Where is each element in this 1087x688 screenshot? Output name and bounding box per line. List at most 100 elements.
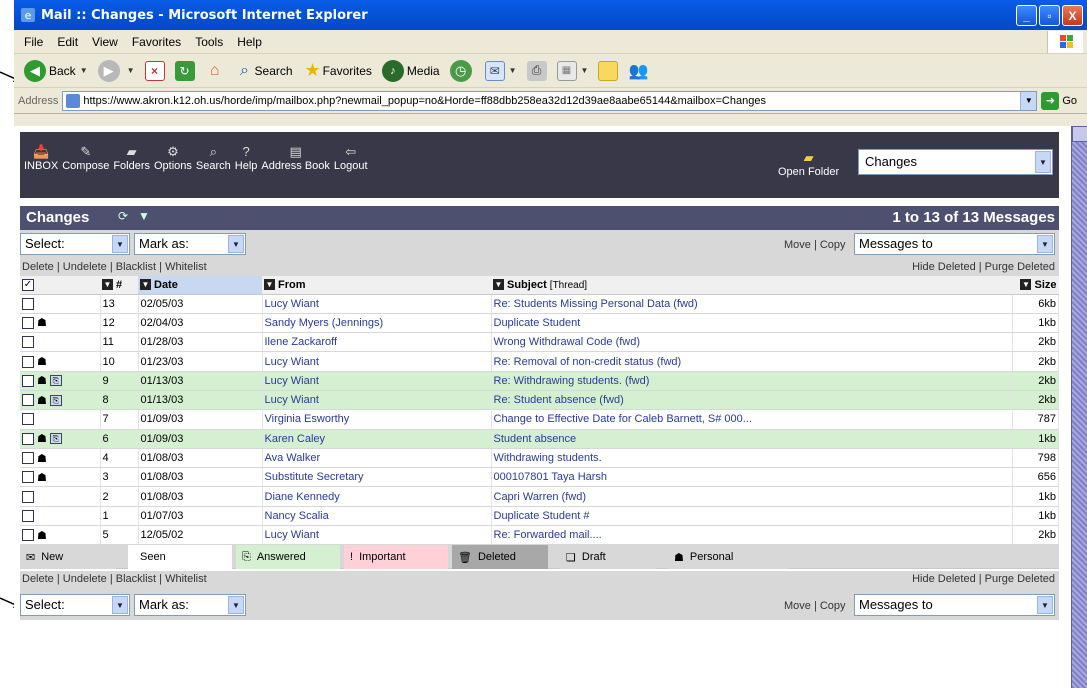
row-checkbox[interactable]: [22, 394, 34, 407]
row-checkbox[interactable]: [22, 452, 34, 465]
refresh-mailbox-icon[interactable]: ⟳: [118, 209, 128, 223]
open-folder-button[interactable]: ▰ Open Folder: [778, 150, 839, 178]
row-checkbox[interactable]: [22, 336, 34, 349]
stop-button[interactable]: ×: [144, 60, 165, 81]
message-subject[interactable]: Re: Student absence (fwd): [491, 390, 1013, 411]
message-subject[interactable]: Withdrawing students.: [491, 448, 1013, 469]
row-checkbox[interactable]: [22, 509, 34, 522]
folder-dropdown-icon[interactable]: ▼: [1035, 151, 1051, 173]
message-subject[interactable]: Duplicate Student #: [491, 506, 1013, 527]
messages-to-dropdown[interactable]: Messages to ▼: [854, 594, 1055, 617]
message-from[interactable]: Karen Caley: [262, 429, 492, 449]
mark-as-dropdown-icon[interactable]: ▼: [228, 596, 244, 615]
nav-item-address-book[interactable]: ▤ Address Book: [261, 144, 329, 172]
message-from[interactable]: Lucy Wiant: [262, 294, 492, 314]
nav-item-compose[interactable]: ✎ Compose: [62, 144, 109, 172]
message-subject[interactable]: Re: Removal of non-credit status (fwd): [491, 351, 1013, 372]
message-from[interactable]: Diane Kennedy: [262, 486, 492, 507]
table-row[interactable]: ☗ 10 01/23/03 Lucy Wiant Re: Removal of non-…: [20, 351, 1059, 372]
menu-help[interactable]: Help: [237, 35, 262, 49]
mark-as-dropdown-icon[interactable]: ▼: [228, 235, 244, 253]
close-button[interactable]: X: [1062, 5, 1083, 26]
row-checkbox[interactable]: [22, 355, 34, 368]
message-subject[interactable]: Duplicate Student: [491, 313, 1013, 334]
delete-undelete-links[interactable]: Delete | Undelete | Blacklist | Whitelis…: [22, 261, 207, 273]
sort-icon[interactable]: ▼: [264, 279, 275, 291]
message-subject[interactable]: Re: Withdrawing students. (fwd): [491, 371, 1013, 391]
messages-to-dropdown-icon[interactable]: ▼: [1037, 235, 1053, 253]
message-from[interactable]: Sandy Myers (Jennings): [262, 313, 492, 334]
message-subject[interactable]: Capri Warren (fwd): [491, 486, 1013, 507]
folder-select[interactable]: Changes ▼: [858, 149, 1053, 175]
menu-favorites[interactable]: Favorites: [132, 35, 181, 49]
favorites-button[interactable]: ★ Favorites: [303, 60, 371, 81]
mark-as-dropdown[interactable]: Mark as: ▼: [134, 594, 246, 617]
refresh-button[interactable]: ↻: [174, 60, 195, 81]
message-subject[interactable]: Wrong Withdrawal Code (fwd): [491, 332, 1013, 353]
message-subject[interactable]: Student absence: [491, 429, 1013, 449]
row-checkbox[interactable]: [22, 490, 34, 503]
sort-icon[interactable]: ▼: [140, 279, 151, 291]
message-from[interactable]: Substitute Secretary: [262, 467, 492, 488]
filter-icon[interactable]: ▼: [138, 209, 150, 223]
nav-item-folders[interactable]: ▰ Folders: [113, 144, 150, 172]
sort-icon[interactable]: ▼: [102, 279, 113, 291]
table-row[interactable]: 7 01/09/03 Virginia Esworthy Change to Effe…: [20, 409, 1059, 430]
minimize-button[interactable]: _: [1016, 5, 1037, 26]
table-row[interactable]: 2 01/08/03 Diane Kennedy Capri Warren (fwd)…: [20, 486, 1059, 507]
message-from[interactable]: Lucy Wiant: [262, 525, 492, 546]
media-button[interactable]: ♪ Media: [381, 59, 440, 82]
table-row[interactable]: ☗ ⎘ 8 01/13/03 Lucy Wiant Re: Student absence…: [20, 390, 1059, 411]
select-dropdown[interactable]: Select: ▼: [20, 594, 130, 617]
menu-view[interactable]: View: [92, 35, 118, 49]
date-column-header[interactable]: ▼ Date: [138, 276, 262, 295]
back-button[interactable]: ◀ Back ▼: [24, 59, 88, 82]
select-dropdown-icon[interactable]: ▼: [112, 596, 128, 615]
select-dropdown-icon[interactable]: ▼: [112, 235, 128, 253]
address-dropdown-icon[interactable]: ▼: [1020, 91, 1037, 110]
message-from[interactable]: Lucy Wiant: [262, 351, 492, 372]
row-checkbox[interactable]: [22, 471, 34, 484]
from-column-header[interactable]: ▼ From: [262, 276, 491, 295]
message-from[interactable]: Ava Walker: [262, 448, 492, 469]
mark-as-dropdown[interactable]: Mark as: ▼: [134, 233, 246, 255]
scroll-up-button[interactable]: [1072, 126, 1087, 142]
edit-dropdown-icon[interactable]: ▼: [581, 66, 589, 75]
message-from[interactable]: Lucy Wiant: [262, 371, 492, 391]
table-row[interactable]: 1 01/07/03 Nancy Scalia Duplicate Student #…: [20, 506, 1059, 527]
table-row[interactable]: ☗ ⎘ 6 01/09/03 Karen Caley Student absence 1kb: [20, 429, 1059, 449]
nav-item-logout[interactable]: ⇦ Logout: [334, 144, 368, 172]
message-subject[interactable]: 000107801 Taya Harsh: [491, 467, 1013, 488]
thread-link[interactable]: [Thread]: [550, 280, 587, 291]
size-column-header[interactable]: ▼ Size: [1012, 276, 1059, 295]
messages-to-dropdown-icon[interactable]: ▼: [1037, 596, 1053, 615]
row-checkbox[interactable]: [22, 413, 34, 426]
home-button[interactable]: ⌂: [205, 61, 225, 81]
messenger-button[interactable]: 👥: [628, 61, 648, 81]
address-input[interactable]: https://www.akron.k12.oh.us/horde/imp/ma…: [62, 90, 1038, 111]
message-from[interactable]: Nancy Scalia: [262, 506, 492, 527]
mail-button[interactable]: ✉ ▼: [484, 60, 517, 81]
nav-item-inbox[interactable]: 📥 INBOX: [24, 144, 58, 172]
discuss-button[interactable]: [598, 60, 619, 81]
forward-dropdown-icon[interactable]: ▼: [127, 66, 135, 75]
go-button[interactable]: ➜ Go: [1041, 91, 1077, 110]
select-all-header[interactable]: ✓: [20, 276, 100, 295]
table-row[interactable]: 11 01/28/03 Ilene Zackaroff Wrong Withdrawa…: [20, 332, 1059, 353]
menu-file[interactable]: File: [24, 35, 43, 49]
message-from[interactable]: Virginia Esworthy: [262, 409, 492, 430]
mail-dropdown-icon[interactable]: ▼: [509, 66, 517, 75]
row-checkbox[interactable]: [22, 432, 34, 445]
message-from[interactable]: Ilene Zackaroff: [262, 332, 492, 353]
row-checkbox[interactable]: [22, 316, 34, 329]
nav-item-help[interactable]: ? Help: [235, 144, 258, 172]
menu-tools[interactable]: Tools: [195, 35, 223, 49]
row-checkbox[interactable]: [22, 374, 34, 387]
table-row[interactable]: ☗ 3 01/08/03 Substitute Secretary 000107801 …: [20, 467, 1059, 488]
sort-icon[interactable]: ▼: [1020, 279, 1032, 291]
row-checkbox[interactable]: [22, 529, 34, 542]
messages-to-dropdown[interactable]: Messages to ▼: [854, 233, 1055, 255]
delete-undelete-links[interactable]: Delete | Undelete | Blacklist | Whitelis…: [22, 573, 207, 585]
title-bar[interactable]: e Mail :: Changes - Microsoft Internet E…: [14, 0, 1087, 30]
number-column-header[interactable]: ▼ #: [100, 276, 138, 295]
